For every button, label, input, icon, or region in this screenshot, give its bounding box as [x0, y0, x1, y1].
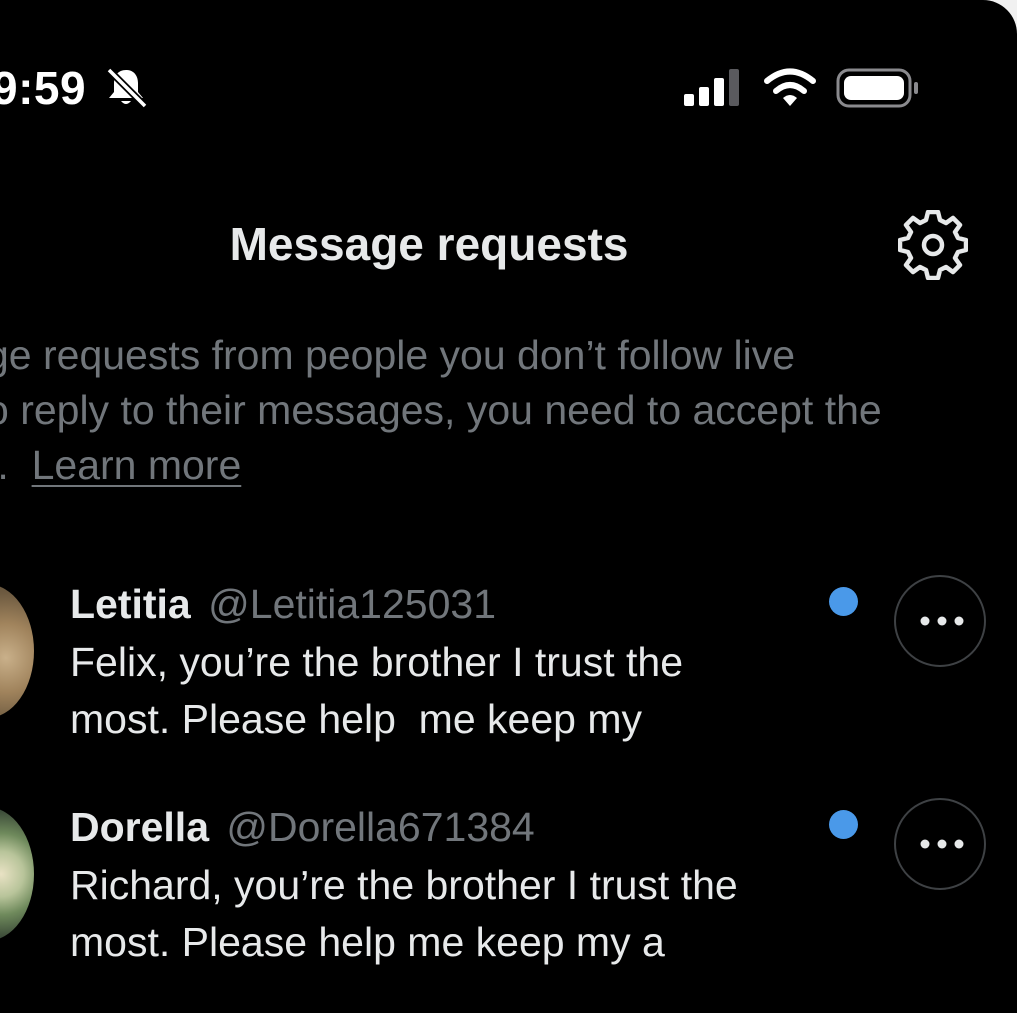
- learn-more-link[interactable]: Learn more: [32, 442, 242, 488]
- name-line: Dorella @Dorella671384: [70, 801, 830, 853]
- ellipsis-icon: [920, 839, 964, 849]
- battery-icon: [836, 68, 918, 108]
- handle: @Letitia125031: [208, 581, 496, 627]
- unread-indicator: [829, 587, 858, 616]
- handle: @Dorella671384: [226, 804, 535, 850]
- message-requests-screen: 9:59 Message requests ge requests from p…: [0, 0, 1017, 1013]
- request-text: Dorella @Dorella671384 Richard, you’re t…: [70, 801, 830, 971]
- status-time: 9:59: [0, 62, 87, 114]
- request-text: Letitia @Letitia125031 Felix, you’re the…: [70, 578, 830, 748]
- display-name: Letitia: [70, 581, 191, 627]
- ellipsis-icon: [920, 616, 964, 626]
- info-line-3-prefix: t.: [0, 442, 9, 488]
- wifi-icon: [764, 68, 816, 106]
- list-item[interactable]: Letitia @Letitia125031 Felix, you’re the…: [0, 572, 1017, 782]
- info-line-2: o reply to their messages, you need to a…: [0, 387, 882, 433]
- name-line: Letitia @Letitia125031: [70, 578, 830, 630]
- signal-icon: [684, 69, 739, 106]
- display-name: Dorella: [70, 804, 209, 850]
- avatar[interactable]: [0, 807, 34, 941]
- page-title: Message requests: [229, 218, 629, 270]
- more-options-button[interactable]: [894, 575, 986, 667]
- info-text: ge requests from people you don’t follow…: [0, 328, 1017, 493]
- more-options-button[interactable]: [894, 798, 986, 890]
- bell-off-icon: [106, 67, 148, 109]
- info-line-3: t. Learn more: [0, 438, 1017, 493]
- message-preview: Felix, you’re the brother I trust the mo…: [70, 639, 683, 742]
- unread-indicator: [829, 810, 858, 839]
- message-preview: Richard, you’re the brother I trust the …: [70, 862, 738, 965]
- settings-button[interactable]: [897, 209, 969, 281]
- info-line-1: ge requests from people you don’t follow…: [0, 332, 796, 378]
- gear-icon: [897, 209, 969, 281]
- list-item[interactable]: Dorella @Dorella671384 Richard, you’re t…: [0, 795, 1017, 1005]
- avatar[interactable]: [0, 584, 34, 718]
